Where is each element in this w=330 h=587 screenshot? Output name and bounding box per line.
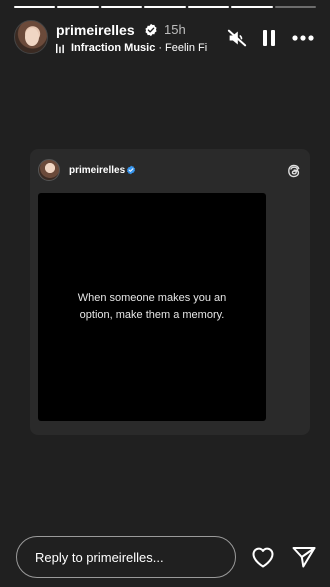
music-track: Feelin Fi: [165, 42, 208, 54]
progress-segment: [14, 6, 56, 8]
mute-button[interactable]: [226, 28, 248, 48]
quote-text: When someone makes you an option, make t…: [77, 292, 227, 321]
story-viewer: primeirelles 15h Infraction Music · Feel…: [0, 0, 330, 587]
music-artist: Infraction Music: [71, 42, 156, 54]
progress-segment: [57, 6, 99, 8]
pause-button[interactable]: [258, 28, 280, 48]
speaker-muted-icon: [227, 29, 247, 47]
send-icon[interactable]: [291, 545, 317, 569]
music-attribution[interactable]: Infraction Music · Feelin Fi: [56, 41, 226, 55]
progress-segment: [187, 6, 230, 8]
progress-segment: [231, 6, 273, 8]
shared-threads-post[interactable]: primeirelles When someone makes you an o…: [30, 149, 310, 435]
threads-logo-icon: [288, 164, 300, 178]
verified-badge-icon: [127, 165, 135, 175]
more-horizontal-icon: [292, 35, 314, 41]
post-time: 15h: [164, 22, 186, 37]
story-progress-bar: [14, 6, 316, 9]
progress-segment: [274, 6, 316, 8]
progress-segment: [144, 6, 186, 8]
story-header: primeirelles 15h Infraction Music · Feel…: [14, 20, 316, 56]
music-bars-icon: [56, 43, 64, 53]
reply-input[interactable]: [16, 536, 236, 578]
music-separator: ·: [158, 42, 163, 54]
username[interactable]: primeirelles: [56, 22, 135, 38]
avatar[interactable]: [14, 20, 48, 54]
progress-segment: [100, 6, 143, 8]
pause-icon: [263, 30, 275, 46]
card-username: primeirelles: [69, 165, 126, 176]
quote-image: When someone makes you an option, make t…: [38, 193, 266, 421]
card-avatar: [38, 159, 60, 181]
more-options-button[interactable]: [292, 28, 314, 48]
heart-icon[interactable]: [250, 545, 276, 569]
verified-badge-icon: [145, 23, 157, 37]
